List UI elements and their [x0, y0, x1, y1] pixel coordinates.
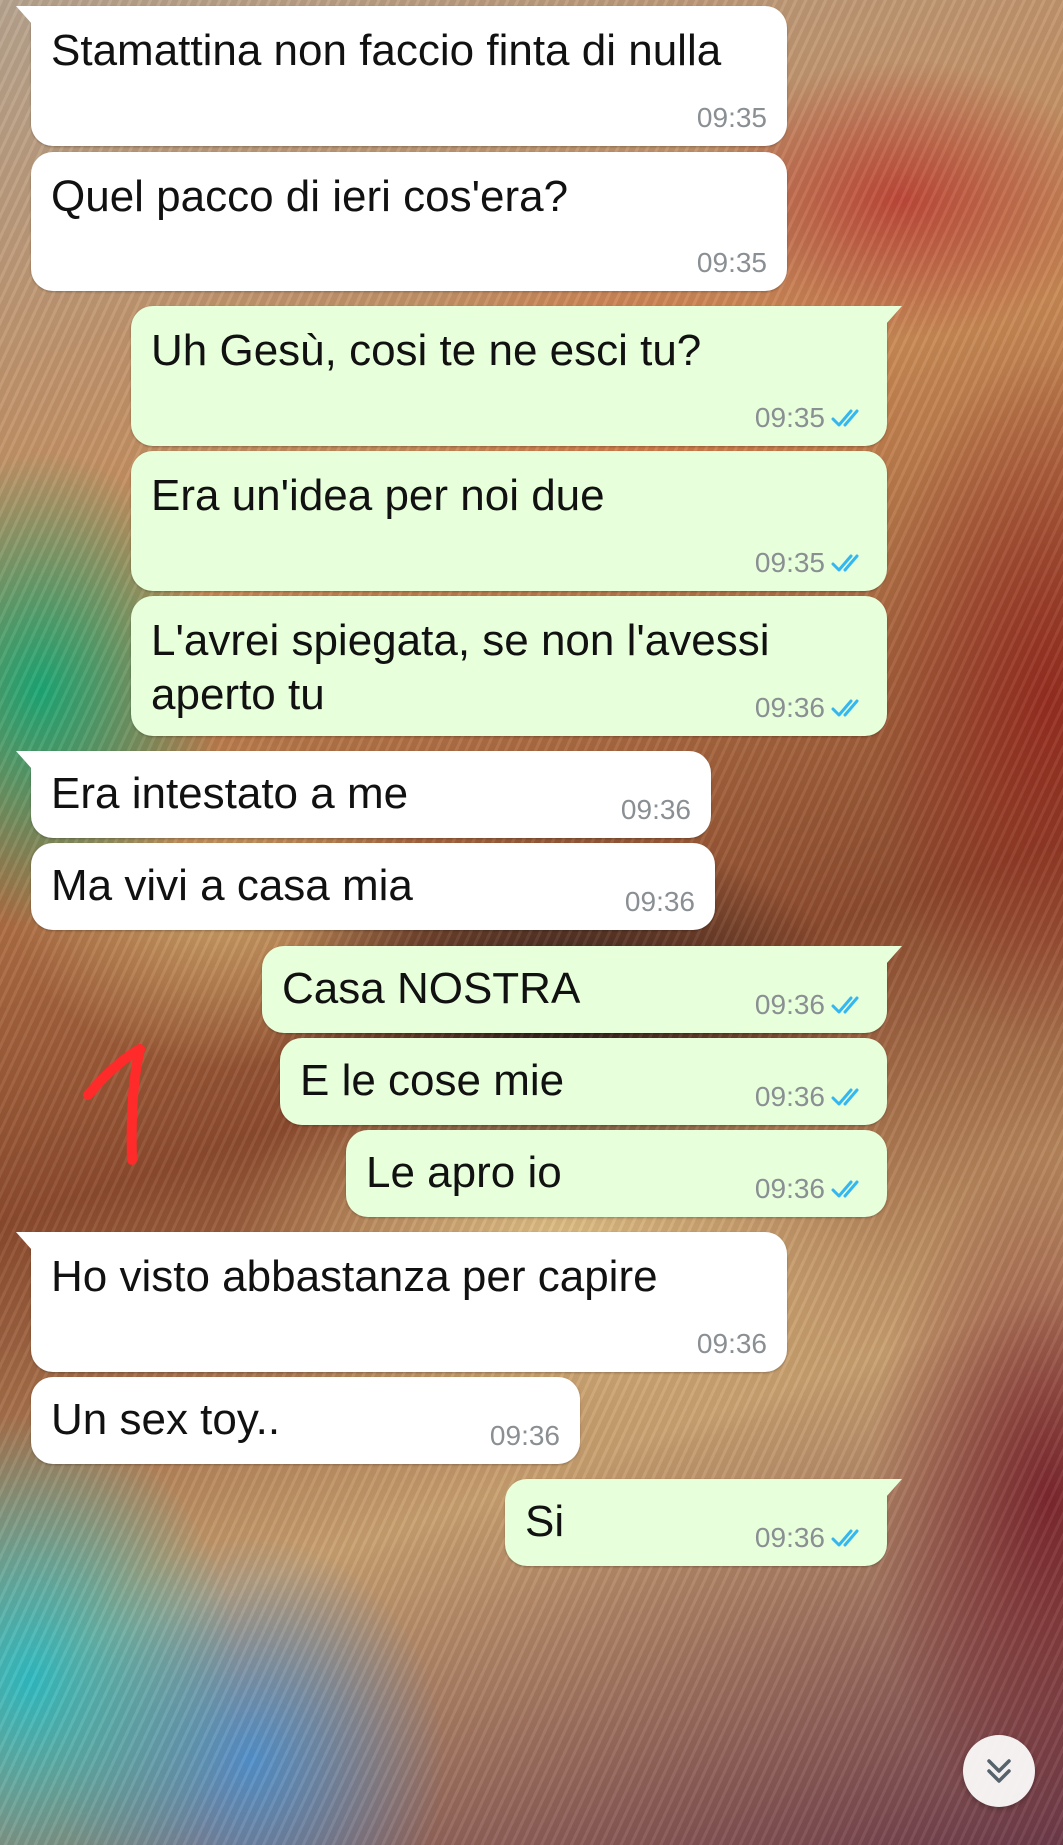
message-time: 09:35	[754, 547, 825, 578]
bubble-tail	[886, 1479, 902, 1497]
message-time: 09:36	[754, 989, 825, 1020]
message-meta: 09:36	[755, 1081, 867, 1113]
message-meta: 09:36	[621, 794, 691, 826]
message-text: Era un'idea per noi due	[151, 471, 605, 520]
bubble-tail	[886, 946, 902, 964]
message-time: 09:36	[754, 1081, 825, 1112]
message-meta: 09:35	[697, 102, 767, 134]
message-bubble-outgoing[interactable]: L'avrei spiegata, se non l'avessi aperto…	[131, 596, 887, 736]
message-meta: 09:36	[625, 886, 695, 918]
double-check-icon	[831, 554, 859, 572]
bubble-tail	[16, 6, 32, 24]
message-time: 09:36	[754, 1522, 825, 1553]
double-chevron-down-icon	[987, 1759, 1011, 1783]
message-meta: 09:36	[755, 1522, 867, 1554]
message-bubble-outgoing[interactable]: Si 09:36	[505, 1479, 902, 1566]
message-time: 09:36	[696, 1328, 767, 1359]
bubble-tail	[886, 306, 902, 324]
message-meta: 09:35	[697, 247, 767, 279]
message-bubble-incoming[interactable]: Era intestato a me 09:36	[16, 751, 711, 838]
message-meta: 09:36	[490, 1420, 560, 1452]
bubble-tail	[16, 1232, 32, 1250]
message-text: Un sex toy..	[51, 1395, 281, 1444]
message-time: 09:36	[624, 886, 695, 917]
double-check-icon	[831, 996, 859, 1014]
message-meta: 09:35	[755, 402, 867, 434]
message-bubble-incoming[interactable]: Stamattina non faccio finta di nulla 09:…	[16, 6, 787, 146]
annotation-mark	[83, 1044, 145, 1165]
message-text: Uh Gesù, cosi te ne esci tu?	[151, 326, 702, 375]
message-meta: 09:35	[755, 547, 867, 579]
double-check-icon	[831, 1180, 859, 1198]
message-time: 09:36	[489, 1420, 560, 1451]
message-time: 09:36	[754, 692, 825, 723]
message-bubble-outgoing[interactable]: Uh Gesù, cosi te ne esci tu? 09:35	[131, 306, 902, 446]
message-bubble-incoming[interactable]: Ma vivi a casa mia 09:36	[31, 843, 715, 930]
message-meta: 09:36	[755, 692, 867, 724]
message-bubble-outgoing[interactable]: E le cose mie 09:36	[280, 1038, 887, 1125]
double-check-icon	[831, 699, 859, 717]
message-time: 09:36	[754, 1173, 825, 1204]
message-bubble-incoming[interactable]: Quel pacco di ieri cos'era? 09:35	[31, 152, 787, 291]
message-bubble-incoming[interactable]: Un sex toy.. 09:36	[31, 1377, 580, 1464]
message-bubble-outgoing[interactable]: Era un'idea per noi due 09:35	[131, 451, 887, 591]
message-text: Era intestato a me	[51, 769, 409, 818]
message-meta: 09:36	[697, 1328, 767, 1360]
bubble-tail	[16, 751, 32, 769]
message-meta: 09:36	[755, 989, 867, 1021]
chat-background: Stamattina non faccio finta di nulla 09:…	[0, 0, 1063, 1845]
message-text: Quel pacco di ieri cos'era?	[51, 172, 569, 221]
message-text: Ma vivi a casa mia	[51, 861, 413, 910]
message-time: 09:35	[696, 247, 767, 278]
scroll-to-bottom-button[interactable]	[963, 1735, 1035, 1807]
message-text: Ho visto abbastanza per capire	[51, 1252, 658, 1301]
message-bubble-outgoing[interactable]: Casa NOSTRA 09:36	[262, 946, 902, 1033]
message-time: 09:35	[696, 102, 767, 133]
double-check-icon	[831, 409, 859, 427]
message-time: 09:35	[754, 402, 825, 433]
message-time: 09:36	[620, 794, 691, 825]
message-text: Stamattina non faccio finta di nulla	[51, 26, 722, 75]
double-check-icon	[831, 1529, 859, 1547]
message-bubble-incoming[interactable]: Ho visto abbastanza per capire 09:36	[16, 1232, 787, 1372]
message-meta: 09:36	[755, 1173, 867, 1205]
double-check-icon	[831, 1088, 859, 1106]
message-bubble-outgoing[interactable]: Le apro io 09:36	[346, 1130, 887, 1217]
